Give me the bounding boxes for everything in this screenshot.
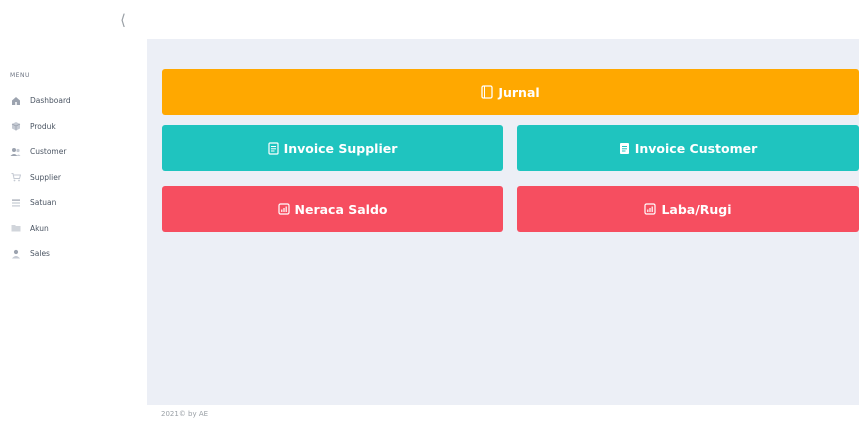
jurnal-label: Jurnal — [498, 84, 540, 100]
laba-rugi-label: Laba/Rugi — [661, 201, 732, 217]
sidebar-item-akun[interactable]: Akun — [0, 216, 147, 242]
sidebar-item-label: Akun — [30, 223, 49, 233]
sidebar-item-label: Customer — [30, 147, 67, 157]
invoice-customer-button[interactable]: Invoice Customer — [517, 125, 859, 171]
neraca-saldo-label: Neraca Saldo — [294, 201, 388, 217]
sidebar-item-supplier[interactable]: Supplier — [0, 165, 147, 191]
sidebar-item-produk[interactable]: Produk — [0, 114, 147, 140]
sidebar-item-customer[interactable]: Customer — [0, 139, 147, 165]
footer: 2021© by AE — [147, 405, 859, 425]
document-icon — [267, 141, 279, 155]
home-icon — [10, 95, 21, 106]
footer-text: 2021© by AE — [161, 410, 209, 418]
invoice-customer-label: Invoice Customer — [634, 140, 758, 156]
list-icon — [10, 197, 21, 208]
document-filled-icon — [619, 142, 630, 155]
sidebar-item-label: Sales — [30, 249, 50, 259]
box-icon — [10, 121, 21, 132]
chevron-left-icon[interactable]: ⟨ — [113, 10, 133, 30]
laba-rugi-button[interactable]: Laba/Rugi — [517, 186, 859, 232]
bar-chart-icon — [644, 203, 657, 215]
jurnal-button[interactable]: Jurnal — [162, 69, 859, 115]
sidebar-nav: Dashboard Produk Customer Supplier Satua… — [0, 88, 147, 267]
sidebar-item-label: Satuan — [30, 198, 57, 208]
cart-icon — [10, 172, 21, 183]
sidebar-item-label: Produk — [30, 121, 56, 131]
invoice-supplier-button[interactable]: Invoice Supplier — [162, 125, 503, 171]
top-header — [147, 0, 859, 39]
menu-section-title: MENU — [10, 72, 30, 79]
sidebar-item-dashboard[interactable]: Dashboard — [0, 88, 147, 114]
sidebar-item-sales[interactable]: Sales — [0, 241, 147, 267]
sidebar-item-satuan[interactable]: Satuan — [0, 190, 147, 216]
neraca-saldo-button[interactable]: Neraca Saldo — [162, 186, 503, 232]
users-icon — [10, 146, 21, 157]
folder-icon — [10, 223, 21, 234]
invoice-supplier-label: Invoice Supplier — [283, 140, 398, 156]
user-icon — [10, 248, 21, 259]
bar-chart-icon — [277, 203, 290, 215]
sidebar-item-label: Dashboard — [30, 96, 71, 106]
sidebar-item-label: Supplier — [30, 172, 61, 182]
sidebar: ⟨ MENU Dashboard Produk Customer Supplie… — [0, 0, 147, 425]
journal-icon — [481, 85, 493, 99]
